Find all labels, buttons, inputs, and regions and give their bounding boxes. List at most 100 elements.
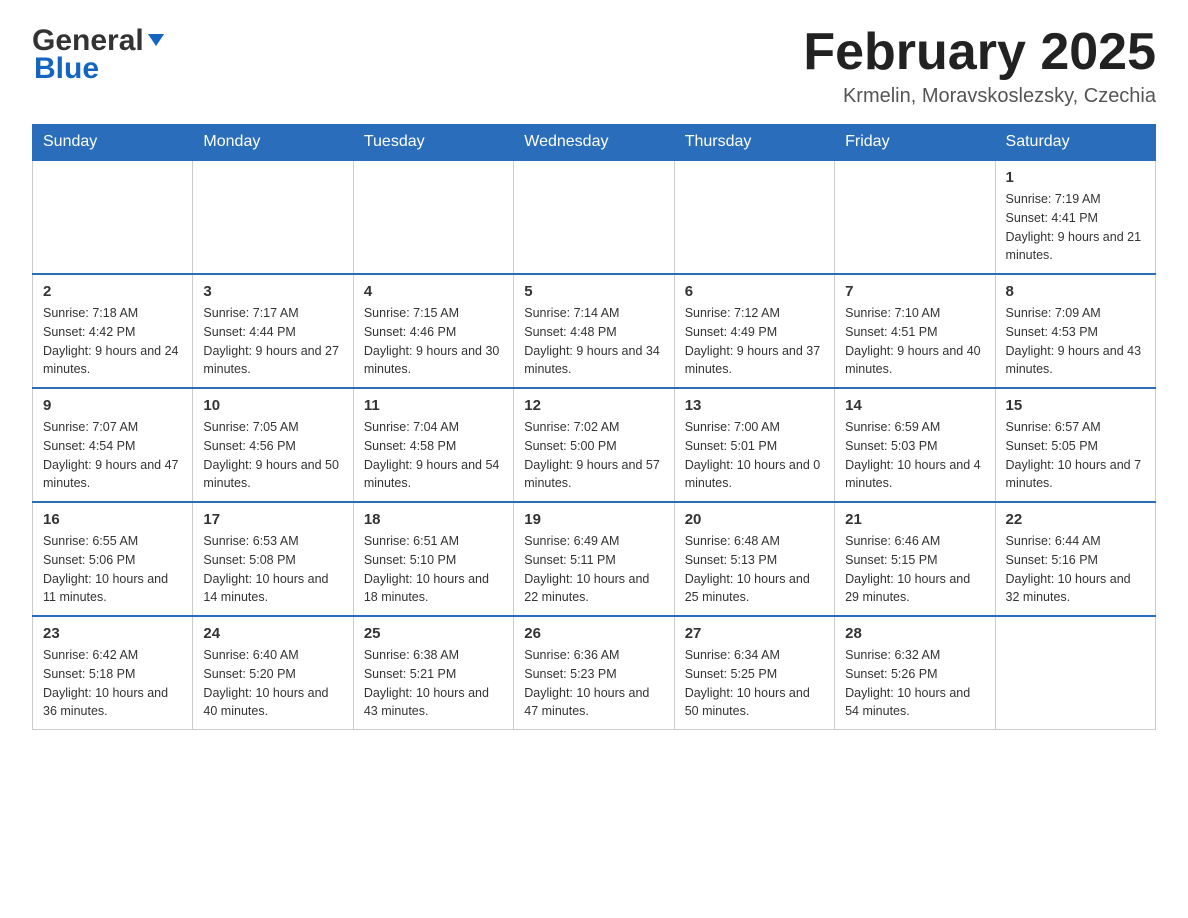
day-number: 20 bbox=[685, 511, 824, 528]
calendar-cell: 28 Sunrise: 6:32 AMSunset: 5:26 PMDayligh… bbox=[835, 616, 995, 730]
day-number: 17 bbox=[203, 511, 342, 528]
title-block: February 2025 Krmelin, Moravskoslezsky, … bbox=[803, 24, 1156, 108]
day-info: Sunrise: 6:38 AMSunset: 5:21 PMDaylight:… bbox=[364, 646, 503, 721]
calendar-cell: 14 Sunrise: 6:59 AMSunset: 5:03 PMDayligh… bbox=[835, 388, 995, 502]
calendar-cell: 26 Sunrise: 6:36 AMSunset: 5:23 PMDayligh… bbox=[514, 616, 674, 730]
calendar-cell: 19 Sunrise: 6:49 AMSunset: 5:11 PMDayligh… bbox=[514, 502, 674, 616]
day-number: 19 bbox=[524, 511, 663, 528]
calendar-cell: 4 Sunrise: 7:15 AMSunset: 4:46 PMDaylight… bbox=[353, 274, 513, 388]
day-info: Sunrise: 7:07 AMSunset: 4:54 PMDaylight:… bbox=[43, 418, 182, 493]
day-info: Sunrise: 6:34 AMSunset: 5:25 PMDaylight:… bbox=[685, 646, 824, 721]
day-number: 10 bbox=[203, 397, 342, 414]
logo: General Blue bbox=[32, 24, 167, 86]
calendar-cell: 12Sunrise: 7:02 AMSunset: 5:00 PMDayligh… bbox=[514, 388, 674, 502]
day-info: Sunrise: 7:04 AMSunset: 4:58 PMDaylight:… bbox=[364, 418, 503, 493]
day-info: Sunrise: 7:00 AMSunset: 5:01 PMDaylight:… bbox=[685, 418, 824, 493]
calendar-cell: 5Sunrise: 7:14 AMSunset: 4:48 PMDaylight… bbox=[514, 274, 674, 388]
day-number: 27 bbox=[685, 625, 824, 642]
week-row-4: 16 Sunrise: 6:55 AMSunset: 5:06 PMDayligh… bbox=[33, 502, 1156, 616]
calendar-cell: 15 Sunrise: 6:57 AMSunset: 5:05 PMDayligh… bbox=[995, 388, 1155, 502]
day-info: Sunrise: 7:12 AMSunset: 4:49 PMDaylight:… bbox=[685, 304, 824, 379]
day-number: 2 bbox=[43, 283, 182, 300]
col-monday: Monday bbox=[193, 125, 353, 161]
calendar-cell bbox=[674, 160, 834, 274]
day-info: Sunrise: 6:57 AMSunset: 5:05 PMDaylight:… bbox=[1006, 418, 1145, 493]
day-info: Sunrise: 6:55 AMSunset: 5:06 PMDaylight:… bbox=[43, 532, 182, 607]
day-info: Sunrise: 6:51 AMSunset: 5:10 PMDaylight:… bbox=[364, 532, 503, 607]
day-info: Sunrise: 6:32 AMSunset: 5:26 PMDaylight:… bbox=[845, 646, 984, 721]
calendar-cell: 1 Sunrise: 7:19 AMSunset: 4:41 PMDaylight… bbox=[995, 160, 1155, 274]
day-info: Sunrise: 7:19 AMSunset: 4:41 PMDaylight:… bbox=[1006, 190, 1145, 265]
calendar-cell: 22 Sunrise: 6:44 AMSunset: 5:16 PMDayligh… bbox=[995, 502, 1155, 616]
day-info: Sunrise: 7:10 AMSunset: 4:51 PMDaylight:… bbox=[845, 304, 984, 379]
calendar-cell: 17 Sunrise: 6:53 AMSunset: 5:08 PMDayligh… bbox=[193, 502, 353, 616]
day-info: Sunrise: 6:44 AMSunset: 5:16 PMDaylight:… bbox=[1006, 532, 1145, 607]
calendar-cell: 23 Sunrise: 6:42 AMSunset: 5:18 PMDayligh… bbox=[33, 616, 193, 730]
calendar-cell bbox=[835, 160, 995, 274]
day-info: Sunrise: 6:36 AMSunset: 5:23 PMDaylight:… bbox=[524, 646, 663, 721]
day-number: 5 bbox=[524, 283, 663, 300]
page-header: General Blue February 2025 Krmelin, Mora… bbox=[32, 24, 1156, 108]
calendar-cell: 21Sunrise: 6:46 AMSunset: 5:15 PMDayligh… bbox=[835, 502, 995, 616]
day-info: Sunrise: 7:05 AMSunset: 4:56 PMDaylight:… bbox=[203, 418, 342, 493]
week-row-5: 23 Sunrise: 6:42 AMSunset: 5:18 PMDayligh… bbox=[33, 616, 1156, 730]
col-friday: Friday bbox=[835, 125, 995, 161]
calendar-cell bbox=[33, 160, 193, 274]
day-info: Sunrise: 6:53 AMSunset: 5:08 PMDaylight:… bbox=[203, 532, 342, 607]
calendar-cell: 16 Sunrise: 6:55 AMSunset: 5:06 PMDayligh… bbox=[33, 502, 193, 616]
week-row-2: 2Sunrise: 7:18 AMSunset: 4:42 PMDaylight… bbox=[33, 274, 1156, 388]
col-sunday: Sunday bbox=[33, 125, 193, 161]
calendar-cell: 3 Sunrise: 7:17 AMSunset: 4:44 PMDaylight… bbox=[193, 274, 353, 388]
week-row-3: 9Sunrise: 7:07 AMSunset: 4:54 PMDaylight… bbox=[33, 388, 1156, 502]
calendar-cell: 7 Sunrise: 7:10 AMSunset: 4:51 PMDaylight… bbox=[835, 274, 995, 388]
calendar-cell: 9Sunrise: 7:07 AMSunset: 4:54 PMDaylight… bbox=[33, 388, 193, 502]
day-info: Sunrise: 6:42 AMSunset: 5:18 PMDaylight:… bbox=[43, 646, 182, 721]
day-number: 15 bbox=[1006, 397, 1145, 414]
day-info: Sunrise: 7:15 AMSunset: 4:46 PMDaylight:… bbox=[364, 304, 503, 379]
day-number: 13 bbox=[685, 397, 824, 414]
calendar-cell bbox=[514, 160, 674, 274]
day-info: Sunrise: 6:59 AMSunset: 5:03 PMDaylight:… bbox=[845, 418, 984, 493]
day-number: 14 bbox=[845, 397, 984, 414]
day-number: 26 bbox=[524, 625, 663, 642]
logo-arrow-icon bbox=[145, 28, 167, 50]
day-number: 12 bbox=[524, 397, 663, 414]
day-number: 1 bbox=[1006, 169, 1145, 186]
calendar-cell: 2Sunrise: 7:18 AMSunset: 4:42 PMDaylight… bbox=[33, 274, 193, 388]
calendar-header-row: Sunday Monday Tuesday Wednesday Thursday… bbox=[33, 125, 1156, 161]
day-number: 7 bbox=[845, 283, 984, 300]
col-thursday: Thursday bbox=[674, 125, 834, 161]
calendar-cell: 20 Sunrise: 6:48 AMSunset: 5:13 PMDayligh… bbox=[674, 502, 834, 616]
day-number: 21 bbox=[845, 511, 984, 528]
day-number: 25 bbox=[364, 625, 503, 642]
day-info: Sunrise: 6:40 AMSunset: 5:20 PMDaylight:… bbox=[203, 646, 342, 721]
calendar-cell: 6 Sunrise: 7:12 AMSunset: 4:49 PMDaylight… bbox=[674, 274, 834, 388]
day-number: 6 bbox=[685, 283, 824, 300]
day-info: Sunrise: 6:49 AMSunset: 5:11 PMDaylight:… bbox=[524, 532, 663, 607]
day-number: 4 bbox=[364, 283, 503, 300]
day-number: 16 bbox=[43, 511, 182, 528]
calendar-cell: 10 Sunrise: 7:05 AMSunset: 4:56 PMDayligh… bbox=[193, 388, 353, 502]
day-number: 11 bbox=[364, 397, 503, 414]
day-number: 3 bbox=[203, 283, 342, 300]
location-text: Krmelin, Moravskoslezsky, Czechia bbox=[803, 85, 1156, 108]
day-number: 22 bbox=[1006, 511, 1145, 528]
week-row-1: 1 Sunrise: 7:19 AMSunset: 4:41 PMDaylight… bbox=[33, 160, 1156, 274]
day-info: Sunrise: 6:48 AMSunset: 5:13 PMDaylight:… bbox=[685, 532, 824, 607]
calendar-cell: 11 Sunrise: 7:04 AMSunset: 4:58 PMDayligh… bbox=[353, 388, 513, 502]
calendar-cell: 27 Sunrise: 6:34 AMSunset: 5:25 PMDayligh… bbox=[674, 616, 834, 730]
day-number: 23 bbox=[43, 625, 182, 642]
calendar-cell bbox=[995, 616, 1155, 730]
calendar-cell bbox=[353, 160, 513, 274]
day-info: Sunrise: 7:09 AMSunset: 4:53 PMDaylight:… bbox=[1006, 304, 1145, 379]
calendar-cell: 13 Sunrise: 7:00 AMSunset: 5:01 PMDayligh… bbox=[674, 388, 834, 502]
month-title: February 2025 bbox=[803, 24, 1156, 81]
calendar-table: Sunday Monday Tuesday Wednesday Thursday… bbox=[32, 124, 1156, 730]
col-tuesday: Tuesday bbox=[353, 125, 513, 161]
day-info: Sunrise: 7:17 AMSunset: 4:44 PMDaylight:… bbox=[203, 304, 342, 379]
day-number: 28 bbox=[845, 625, 984, 642]
calendar-cell: 25 Sunrise: 6:38 AMSunset: 5:21 PMDayligh… bbox=[353, 616, 513, 730]
calendar-cell bbox=[193, 160, 353, 274]
calendar-cell: 24Sunrise: 6:40 AMSunset: 5:20 PMDayligh… bbox=[193, 616, 353, 730]
day-number: 18 bbox=[364, 511, 503, 528]
